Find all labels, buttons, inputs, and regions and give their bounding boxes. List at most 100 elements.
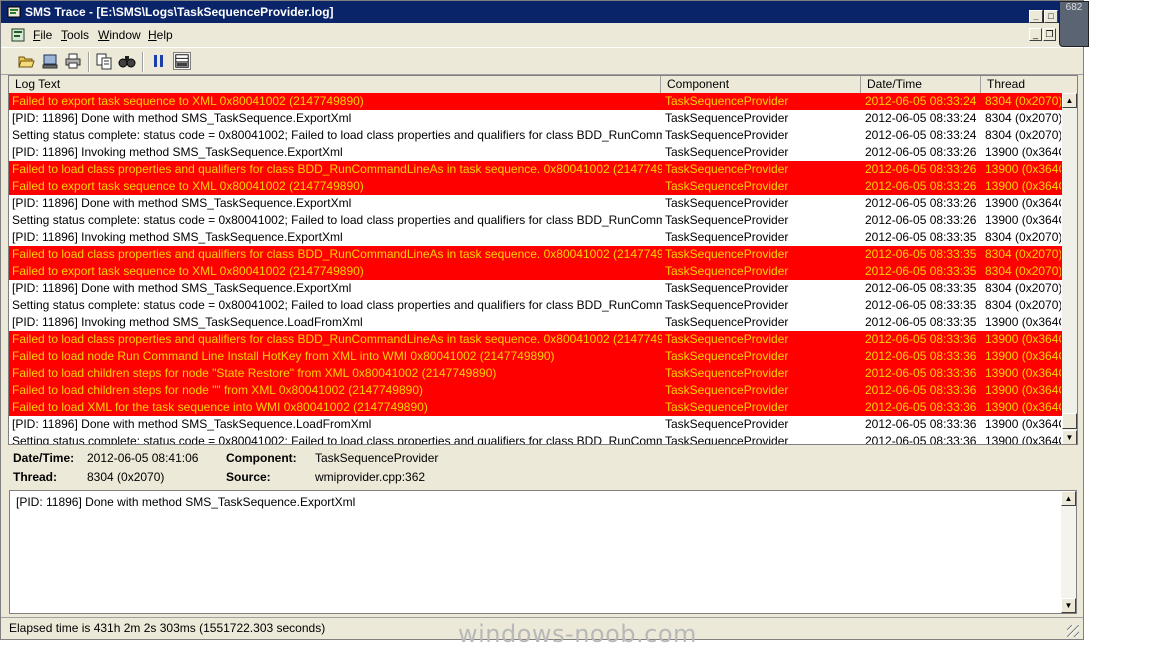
datetime-cell: 2012-06-05 08:33:35 [865,264,977,278]
datetime-cell: 2012-06-05 08:33:26 [865,196,977,210]
component-cell: TaskSequenceProvider [665,366,789,380]
log-row[interactable]: [PID: 11896] Done with method SMS_TaskSe… [9,110,1062,127]
copy-icon[interactable] [95,52,113,70]
source-label: Source: [226,470,271,484]
thread-cell: 8304 (0x2070) [985,94,1061,108]
log-row-error[interactable]: Failed to load class properties and qual… [9,246,1062,263]
toolbar-separator [88,52,90,72]
log-text-cell: Failed to export task sequence to XML 0x… [12,264,364,278]
document-icon[interactable] [10,27,26,43]
column-header-log-text[interactable]: Log Text [9,76,661,93]
child-restore-button[interactable]: ❐ [1043,28,1056,41]
log-row-error[interactable]: Failed to export task sequence to XML 0x… [9,93,1062,110]
app-icon [7,6,21,18]
details-pane-icon[interactable] [173,52,191,70]
maximize-button[interactable]: □ [1044,10,1058,23]
component-cell: TaskSequenceProvider [665,196,789,210]
log-row[interactable]: [PID: 11896] Invoking method SMS_TaskSeq… [9,144,1062,161]
log-text-cell: Failed to load class properties and qual… [12,247,662,261]
toolbar [1,47,1083,75]
log-row-error[interactable]: Failed to load class properties and qual… [9,331,1062,348]
sms-trace-window: SMS Trace - [E:\SMS\Logs\TaskSequencePro… [0,0,1089,640]
log-text-cell: Failed to export task sequence to XML 0x… [12,179,364,193]
log-scrollbar[interactable]: ▲ ▼ [1062,93,1077,444]
column-header-component[interactable]: Component [661,76,861,93]
component-cell: TaskSequenceProvider [665,332,789,346]
message-scroll-down-button[interactable]: ▼ [1061,598,1076,613]
log-row-error[interactable]: Failed to export task sequence to XML 0x… [9,178,1062,195]
component-cell: TaskSequenceProvider [665,400,789,414]
component-cell: TaskSequenceProvider [665,94,789,108]
log-text-cell: Failed to load XML for the task sequence… [12,400,428,414]
log-row[interactable]: [PID: 11896] Done with method SMS_TaskSe… [9,195,1062,212]
column-header-datetime[interactable]: Date/Time [861,76,981,93]
log-list[interactable]: Log Text Component Date/Time Thread Fail… [8,75,1078,445]
minimize-button[interactable]: _ [1029,10,1043,23]
print-icon[interactable] [64,52,82,70]
datetime-cell: 2012-06-05 08:33:24 [865,111,977,125]
message-text: [PID: 11896] Done with method SMS_TaskSe… [16,495,356,509]
component-cell: TaskSequenceProvider [665,264,789,278]
status-text: Elapsed time is 431h 2m 2s 303ms (155172… [9,621,326,635]
message-scrollbar[interactable]: ▲ ▼ [1061,491,1076,613]
column-header-thread[interactable]: Thread [981,76,1077,93]
thread-cell: 13900 (0x364C [985,145,1061,159]
menu-file[interactable]: File [33,28,52,42]
log-row-error[interactable]: Failed to load class properties and qual… [9,161,1062,178]
thread-cell: 13900 (0x364C [985,383,1061,397]
component-cell: TaskSequenceProvider [665,111,789,125]
datetime-cell: 2012-06-05 08:33:36 [865,332,977,346]
scroll-up-button[interactable]: ▲ [1062,93,1077,108]
thread-cell: 13900 (0x364C [985,417,1061,431]
scroll-thumb[interactable] [1062,413,1077,429]
component-cell: TaskSequenceProvider [665,128,789,142]
thread-cell: 13900 (0x364C [985,162,1061,176]
component-cell: TaskSequenceProvider [665,281,789,295]
log-row[interactable]: Setting status complete: status code = 0… [9,297,1062,314]
datetime-cell: 2012-06-05 08:33:36 [865,366,977,380]
thread-cell: 13900 (0x364C [985,332,1061,346]
menu-window[interactable]: Window [98,28,141,42]
log-text-cell: Failed to load class properties and qual… [12,332,662,346]
thread-label: Thread: [13,470,58,484]
log-row[interactable]: [PID: 11896] Invoking method SMS_TaskSeq… [9,229,1062,246]
find-icon[interactable] [118,52,136,70]
open-icon[interactable] [17,52,35,70]
menu-help[interactable]: Help [148,28,173,42]
log-row[interactable]: Setting status complete: status code = 0… [9,127,1062,144]
log-row-error[interactable]: Failed to load children steps for node "… [9,382,1062,399]
component-cell: TaskSequenceProvider [665,179,789,193]
open-server-icon[interactable] [41,52,59,70]
log-row[interactable]: [PID: 11896] Done with method SMS_TaskSe… [9,416,1062,433]
log-row-error[interactable]: Failed to load node Run Command Line Ins… [9,348,1062,365]
title-bar[interactable]: SMS Trace - [E:\SMS\Logs\TaskSequencePro… [1,1,1083,23]
scroll-down-button[interactable]: ▼ [1062,430,1077,444]
watermark: windows-noob.com [458,620,697,648]
log-text-cell: Failed to load children steps for node "… [12,383,423,397]
log-row[interactable]: [PID: 11896] Done with method SMS_TaskSe… [9,280,1062,297]
log-text-cell: Failed to load children steps for node "… [12,366,497,380]
log-text-cell: [PID: 11896] Invoking method SMS_TaskSeq… [12,145,343,159]
log-row[interactable]: Setting status complete: status code = 0… [9,433,1062,444]
message-pane[interactable]: [PID: 11896] Done with method SMS_TaskSe… [9,490,1077,614]
thread-cell: 13900 (0x364C [985,213,1061,227]
datetime-cell: 2012-06-05 08:33:35 [865,230,977,244]
pause-icon[interactable] [150,52,168,70]
log-row-error[interactable]: Failed to export task sequence to XML 0x… [9,263,1062,280]
thread-cell: 13900 (0x364C [985,315,1061,329]
log-row-error[interactable]: Failed to load XML for the task sequence… [9,399,1062,416]
menu-tools[interactable]: Tools [61,28,89,42]
child-minimize-button[interactable]: _ [1029,28,1042,41]
log-row[interactable]: [PID: 11896] Invoking method SMS_TaskSeq… [9,314,1062,331]
datetime-cell: 2012-06-05 08:33:35 [865,298,977,312]
datetime-cell: 2012-06-05 08:33:26 [865,179,977,193]
resize-grip[interactable] [1067,625,1079,637]
thread-cell: 8304 (0x2070) [985,281,1061,295]
datetime-cell: 2012-06-05 08:33:36 [865,383,977,397]
log-row-error[interactable]: Failed to load children steps for node "… [9,365,1062,382]
thread-cell: 13900 (0x364C [985,179,1061,193]
log-row[interactable]: Setting status complete: status code = 0… [9,212,1062,229]
thread-cell: 13900 (0x364C [985,196,1061,210]
component-cell: TaskSequenceProvider [665,315,789,329]
message-scroll-up-button[interactable]: ▲ [1061,491,1076,506]
